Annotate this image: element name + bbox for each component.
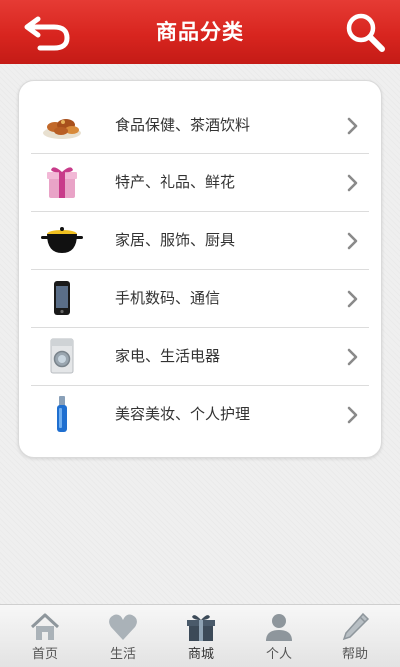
category-item-appliances[interactable]: 家电、生活电器 <box>31 328 369 385</box>
tab-label: 首页 <box>31 647 58 662</box>
washing-machine-icon <box>50 338 74 374</box>
chevron-right-icon <box>347 406 358 424</box>
tab-help[interactable]: 帮助 <box>315 605 395 667</box>
chevron-right-icon <box>347 232 358 250</box>
food-icon <box>43 119 81 139</box>
heart-icon <box>109 614 137 640</box>
mobile-phone-icon <box>54 281 70 315</box>
tab-label: 商城 <box>187 647 214 662</box>
search-button[interactable] <box>344 11 386 53</box>
category-label: 美容美妆、个人护理 <box>115 405 251 423</box>
cosmetics-bottle-icon <box>57 396 67 432</box>
pencil-icon <box>342 612 370 641</box>
category-item-home[interactable]: 家居、服饰、厨具 <box>31 212 369 269</box>
tab-home[interactable]: 首页 <box>5 605 85 667</box>
category-item-food[interactable]: 食品保健、茶酒饮料 <box>31 97 369 154</box>
bottom-tab-bar: 首页 生活 商城 个人 帮助 <box>0 604 400 667</box>
tab-label: 生活 <box>109 647 136 662</box>
category-item-mobile[interactable]: 手机数码、通信 <box>31 270 369 327</box>
category-label: 家电、生活电器 <box>115 347 221 365</box>
cooking-pot-icon <box>41 227 83 253</box>
page-title: 商品分类 <box>156 20 244 44</box>
chevron-right-icon <box>347 117 358 135</box>
tab-life[interactable]: 生活 <box>83 605 163 667</box>
category-label: 手机数码、通信 <box>115 289 221 307</box>
person-icon <box>266 614 292 641</box>
category-label: 家居、服饰、厨具 <box>115 231 236 249</box>
chevron-right-icon <box>347 174 358 192</box>
category-label: 特产、礼品、鲜花 <box>115 173 236 191</box>
home-icon <box>30 613 60 640</box>
category-list: 食品保健、茶酒饮料 特产、礼品、鲜花 家居、服饰、厨具 手机数码、通信 家电、生… <box>18 80 382 458</box>
category-item-beauty[interactable]: 美容美妆、个人护理 <box>31 386 369 443</box>
category-label: 食品保健、茶酒饮料 <box>115 116 251 134</box>
category-item-gifts[interactable]: 特产、礼品、鲜花 <box>31 154 369 211</box>
tab-label: 个人 <box>265 647 292 662</box>
tab-profile[interactable]: 个人 <box>239 605 319 667</box>
tab-label: 帮助 <box>341 647 368 662</box>
header-bar: 商品分类 <box>0 0 400 64</box>
chevron-right-icon <box>347 348 358 366</box>
gift-box-icon <box>47 167 77 198</box>
search-icon <box>346 13 385 52</box>
chevron-right-icon <box>347 290 358 308</box>
tab-mall[interactable]: 商城 <box>161 605 241 667</box>
gift-icon <box>187 615 215 641</box>
